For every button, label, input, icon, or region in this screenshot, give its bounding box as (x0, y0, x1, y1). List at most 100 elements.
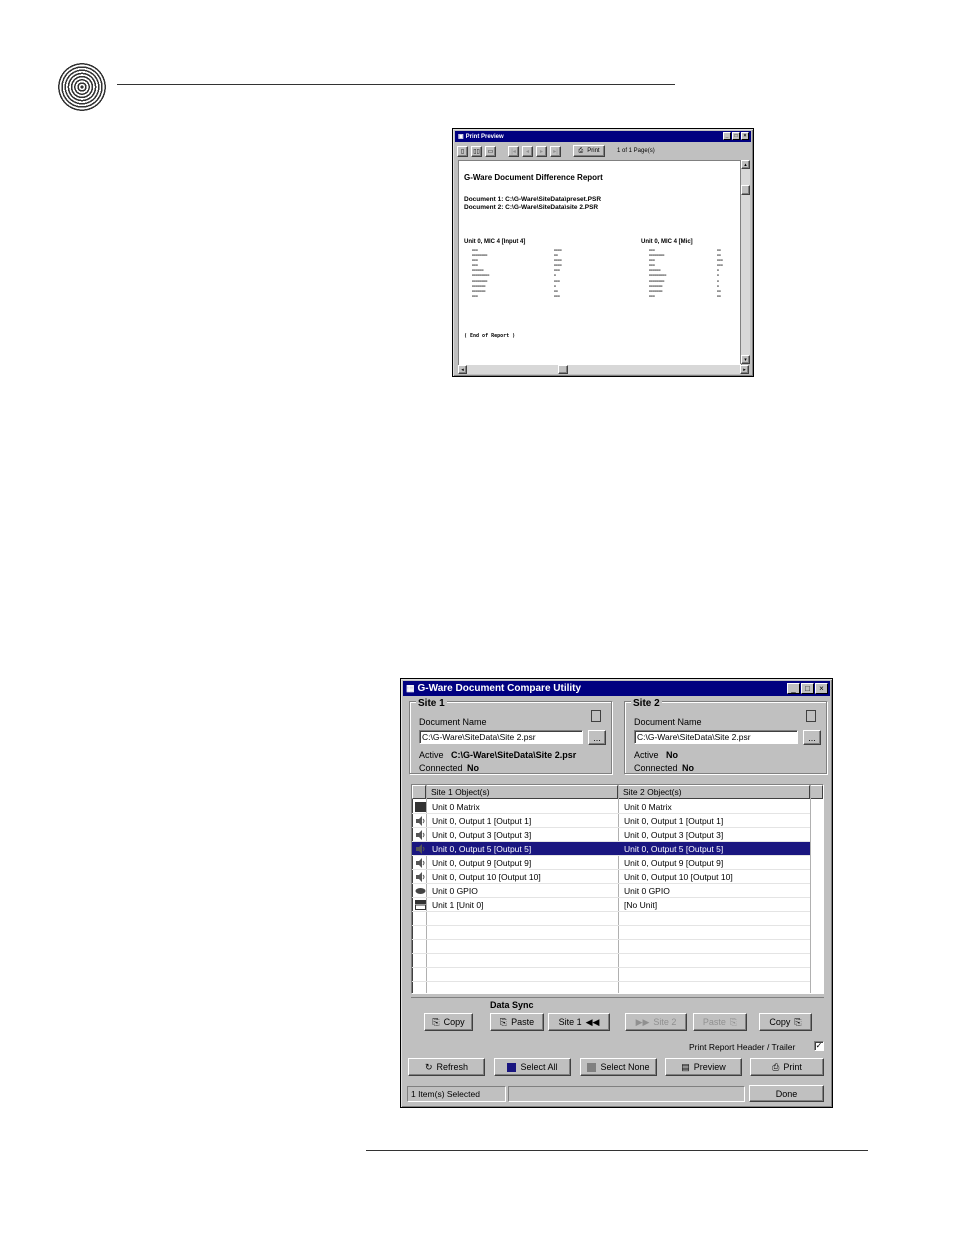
last-page-icon[interactable]: ▸| (550, 145, 561, 157)
preview-page: G-Ware Document Difference Report Docume… (458, 160, 742, 366)
print-header-checkbox[interactable]: ✓ (814, 1041, 824, 1051)
report-right-values: ▬▬ ▬▬ ▬▬▬ ▬▬▬ ▬ ▬ ▬ ▬ ▬▬ ▬▬ (717, 248, 723, 298)
site2-object-cell: [No Unit] (624, 900, 658, 910)
site1-path-field[interactable]: C:\G-Ware\SiteData\Site 2.psr (419, 730, 583, 744)
zoom-page-icon[interactable]: ▭ (485, 145, 496, 157)
table-row[interactable]: Unit 0, Output 1 [Output 1] Unit 0, Outpu… (412, 814, 810, 828)
print-preview-window: ▣ Print Preview _ □ × ▯ ▯▯ ▭ |◂ ◂ ▸ ▸| ⎙… (452, 128, 754, 377)
status-panel (508, 1086, 745, 1102)
scroll-up-icon[interactable]: ▴ (741, 160, 750, 169)
site2-group: Site 2 Document Name C:\G-Ware\SiteData\… (624, 698, 827, 774)
close-icon[interactable]: × (815, 683, 828, 694)
site1-column-header[interactable]: Site 1 Object(s) (426, 785, 618, 799)
prev-page-icon[interactable]: ◂ (522, 145, 533, 157)
preview-vertical-scrollbar[interactable]: ▴ ▾ (740, 160, 750, 364)
object-list[interactable]: Site 1 Object(s) Site 2 Object(s) Unit 0… (411, 784, 824, 994)
table-row[interactable]: Unit 0 GPIO Unit 0 GPIO (412, 884, 810, 898)
site1-active-label: Active (419, 750, 444, 760)
report-title: G-Ware Document Difference Report (464, 173, 603, 182)
site2-object-cell: Unit 0 GPIO (624, 886, 670, 896)
table-row[interactable]: Unit 0, Output 9 [Output 9] Unit 0, Outpu… (412, 856, 810, 870)
print-header-label: Print Report Header / Trailer (689, 1042, 796, 1052)
preview-button[interactable]: ▤ Preview (665, 1058, 742, 1076)
table-row[interactable]: Unit 0, Output 10 [Output 10] Unit 0, Out… (412, 870, 810, 884)
data-sync-label: Data Sync (488, 1000, 536, 1010)
report-right-keys: ▬▬▬ ▬▬▬▬▬▬▬▬ ▬▬▬ ▬▬▬ ▬▬▬▬▬▬ ▬▬▬▬▬▬▬▬▬ ▬▬▬▬▬▬▬▬… (649, 248, 667, 298)
first-page-icon[interactable]: |◂ (508, 145, 519, 157)
site2-browse-button[interactable]: ... (803, 730, 821, 745)
empty-row (412, 940, 810, 954)
select-none-button[interactable]: Select None (580, 1058, 657, 1076)
report-doc1: Document 1: C:\G-Ware\SiteData\preset.PS… (464, 196, 602, 203)
column-divider (810, 785, 811, 993)
site2-path-field[interactable]: C:\G-Ware\SiteData\Site 2.psr (634, 730, 798, 744)
site2-docname-label: Document Name (634, 717, 702, 727)
double-arrow-right-icon: ▶▶ (635, 1016, 650, 1027)
select-all-button[interactable]: Select All (494, 1058, 571, 1076)
speaker-icon (415, 844, 426, 854)
scroll-right-icon[interactable]: ▸ (740, 365, 749, 374)
two-page-icon[interactable]: ▯▯ (471, 145, 482, 157)
copy-left-button[interactable]: ⎘ Copy (424, 1013, 473, 1031)
next-page-icon[interactable]: ▸ (536, 145, 547, 157)
refresh-button[interactable]: ↻ Refresh (408, 1058, 485, 1076)
empty-row (412, 912, 810, 926)
maximize-icon[interactable]: □ (732, 132, 740, 140)
footer-rule (366, 1150, 868, 1151)
speaker-icon (415, 816, 426, 826)
scroll-thumb[interactable] (741, 185, 750, 195)
table-row[interactable]: Unit 0, Output 3 [Output 3] Unit 0, Outpu… (412, 828, 810, 842)
scroll-left-icon[interactable]: ◂ (458, 365, 467, 374)
utility-titlebar: ▦ G-Ware Document Compare Utility (403, 681, 830, 696)
site1-object-cell: Unit 0 GPIO (432, 886, 478, 896)
site2-column-header[interactable]: Site 2 Object(s) (618, 785, 810, 799)
site1-group: Site 1 Document Name C:\G-Ware\SiteData\… (409, 698, 612, 774)
speaker-icon (415, 872, 426, 882)
icon-column-header[interactable] (412, 785, 426, 799)
site1-docname-label: Document Name (419, 717, 487, 727)
minimize-icon[interactable]: _ (723, 132, 731, 140)
minimize-icon[interactable]: _ (787, 683, 800, 694)
print-preview-title: Print Preview (465, 133, 504, 140)
print-button[interactable]: ⎙ Print (573, 145, 605, 157)
table-row[interactable]: Unit 0 Matrix Unit 0 Matrix (412, 800, 810, 814)
utility-title: G-Ware Document Compare Utility (417, 683, 582, 694)
scroll-down-icon[interactable]: ▾ (741, 355, 750, 364)
print-preview-titlebar: ▣ Print Preview _ □ × (455, 131, 751, 142)
site2-object-cell: Unit 0, Output 10 [Output 10] (624, 872, 733, 882)
table-row[interactable]: Unit 1 [Unit 0] [No Unit] (412, 898, 810, 912)
gpio-icon (415, 886, 426, 896)
speaker-icon (415, 858, 426, 868)
report-end: ( End of Report ) (464, 333, 516, 339)
site1-object-cell: Unit 0, Output 10 [Output 10] (432, 872, 541, 882)
one-page-icon[interactable]: ▯ (457, 145, 468, 157)
select-all-icon (507, 1062, 517, 1072)
table-row[interactable]: Unit 0, Output 5 [Output 5] Unit 0, Outpu… (412, 842, 810, 856)
site2-nav-button[interactable]: ▶▶ Site 2 (625, 1013, 687, 1031)
site1-connect-icon[interactable] (591, 710, 601, 722)
paste-left-button[interactable]: ⎘ Paste (490, 1013, 544, 1031)
site2-object-cell: Unit 0, Output 5 [Output 5] (624, 844, 724, 854)
preview-horizontal-scrollbar[interactable]: ◂ ▸ (458, 365, 749, 374)
site1-nav-button[interactable]: Site 1 ◀◀ (548, 1013, 610, 1031)
paste-right-button[interactable]: Paste ⎘ (693, 1013, 747, 1031)
site1-legend: Site 1 (416, 698, 447, 709)
printer-icon: ⎙ (772, 1061, 780, 1072)
hscroll-thumb[interactable] (558, 365, 568, 374)
site2-object-cell: Unit 0 Matrix (624, 802, 672, 812)
close-icon[interactable]: × (741, 132, 749, 140)
extra-column-header (810, 785, 823, 799)
site2-legend: Site 2 (631, 698, 662, 709)
site2-object-cell: Unit 0, Output 1 [Output 1] (624, 816, 724, 826)
site1-object-cell: Unit 0, Output 9 [Output 9] (432, 858, 532, 868)
site2-connect-icon[interactable] (806, 710, 816, 722)
done-button[interactable]: Done (749, 1085, 824, 1102)
window-icon: ▣ (458, 134, 464, 140)
site1-active-value: C:\G-Ware\SiteData\Site 2.psr (451, 750, 577, 760)
maximize-icon[interactable]: □ (801, 683, 814, 694)
site1-object-cell: Unit 0, Output 1 [Output 1] (432, 816, 532, 826)
copy-right-button[interactable]: Copy ⎘ (759, 1013, 812, 1031)
empty-row (412, 926, 810, 940)
print-button[interactable]: ⎙ Print (750, 1058, 824, 1076)
site1-browse-button[interactable]: ... (588, 730, 606, 745)
